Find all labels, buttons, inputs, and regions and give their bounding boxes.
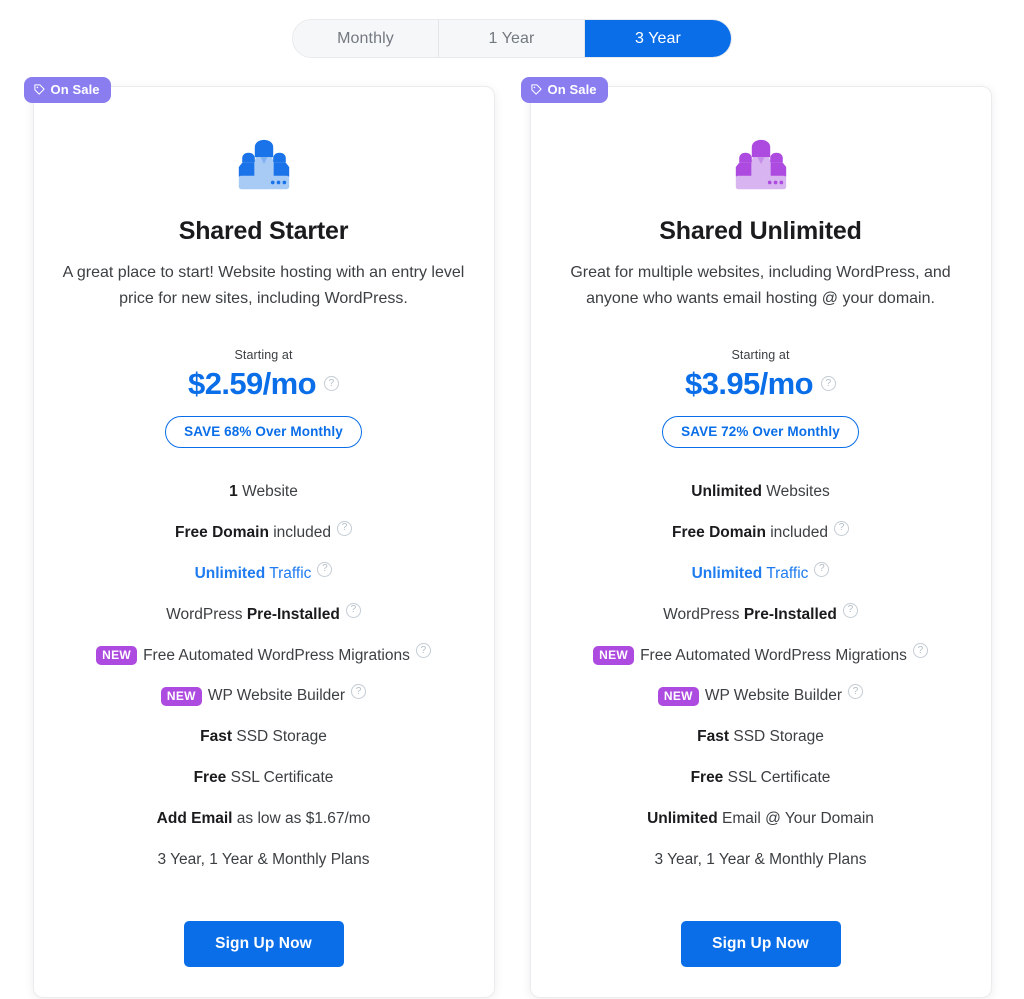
- feature-item: Fast SSD Storage: [58, 727, 470, 748]
- feature-item: Unlimited Traffic?: [555, 561, 967, 585]
- feature-item: NEW WP Website Builder?: [555, 684, 967, 707]
- sign-up-now-button[interactable]: Sign Up Now: [680, 921, 841, 968]
- price-label: Starting at: [234, 347, 293, 362]
- people-group-icon: [735, 139, 786, 190]
- feature-label: Unlimited Email @ Your Domain: [647, 810, 874, 828]
- feature-help-icon[interactable]: ?: [317, 561, 333, 577]
- plan-icon: [58, 135, 470, 197]
- feature-item: NEW Free Automated WordPress Migrations?: [58, 643, 470, 667]
- feature-label: Free Automated WordPress Migrations: [143, 646, 410, 664]
- feature-item: Unlimited Websites: [555, 482, 967, 503]
- feature-item: Free SSL Certificate: [58, 768, 470, 789]
- plan-name: Shared Starter: [178, 217, 349, 245]
- feature-item: WordPress Pre-Installed?: [555, 602, 967, 626]
- billing-term-toggle[interactable]: Monthly 1 Year 3 Year: [292, 19, 732, 58]
- feature-label: 3 Year, 1 Year & Monthly Plans: [157, 851, 370, 869]
- feature-label: 1 Website: [229, 482, 298, 500]
- feature-item: Free SSL Certificate: [555, 768, 967, 789]
- feature-label: Fast SSD Storage: [200, 728, 327, 746]
- new-badge: NEW: [657, 687, 699, 707]
- plan-description: Great for multiple websites, including W…: [570, 264, 951, 307]
- feature-label: Free Automated WordPress Migrations: [640, 646, 907, 664]
- price-block: Starting at $2.59/mo? SAVE 68% Over Monthl…: [58, 348, 470, 448]
- feature-label: Free SSL Certificate: [193, 769, 334, 787]
- feature-item: Unlimited Email @ Your Domain: [555, 809, 967, 830]
- price-row: $2.59/mo?: [58, 366, 470, 402]
- tag-icon: [530, 84, 542, 95]
- on-sale-badge: On Sale: [520, 77, 608, 103]
- plan-card: On Sale Shared Unlimited Great for multipl…: [520, 77, 992, 999]
- feature-help-icon[interactable]: ?: [415, 643, 431, 659]
- feature-help-icon[interactable]: ?: [814, 561, 830, 577]
- feature-item: Unlimited Traffic?: [58, 561, 470, 585]
- plan-description: A great place to start! Website hosting …: [62, 264, 465, 307]
- feature-list: Unlimited Websites Free Domain included? U…: [555, 482, 967, 871]
- feature-help-icon[interactable]: ?: [345, 602, 361, 618]
- plan-card: On Sale Shared Starter A great place to st…: [23, 77, 495, 999]
- people-group-icon: [238, 139, 289, 190]
- price-label: Starting at: [731, 347, 790, 362]
- feature-item: WordPress Pre-Installed?: [58, 602, 470, 626]
- feature-label: Unlimited Websites: [691, 482, 830, 500]
- feature-item: 1 Website: [58, 482, 470, 503]
- new-badge: NEW: [593, 646, 635, 666]
- on-sale-badge: On Sale: [23, 77, 111, 103]
- on-sale-label: On Sale: [50, 82, 100, 97]
- feature-label: Add Email as low as $1.67/mo: [156, 810, 371, 828]
- feature-label: WordPress Pre-Installed: [663, 605, 837, 623]
- feature-list: 1 Website Free Domain included? Unlimited …: [58, 482, 470, 871]
- feature-help-icon[interactable]: ?: [336, 520, 352, 536]
- feature-label: Free Domain included: [672, 523, 828, 541]
- feature-label: 3 Year, 1 Year & Monthly Plans: [654, 851, 867, 869]
- feature-label: WP Website Builder: [704, 687, 843, 705]
- feature-item: 3 Year, 1 Year & Monthly Plans: [555, 850, 967, 871]
- feature-item: 3 Year, 1 Year & Monthly Plans: [58, 850, 470, 871]
- plan-name: Shared Unlimited: [659, 217, 862, 245]
- price-help-icon[interactable]: ?: [323, 376, 339, 392]
- sign-up-now-button[interactable]: Sign Up Now: [183, 921, 344, 968]
- feature-label: Unlimited Traffic: [691, 564, 809, 582]
- savings-badge[interactable]: SAVE 68% Over Monthly: [165, 415, 362, 448]
- feature-label: Unlimited Traffic: [194, 564, 312, 582]
- pricing-page: Monthly 1 Year 3 Year On Sale Shared Starte…: [0, 0, 1024, 999]
- feature-label: Free Domain included: [175, 523, 331, 541]
- price-row: $3.95/mo?: [555, 366, 967, 402]
- price-amount: $2.59/mo: [188, 365, 316, 401]
- feature-label: WordPress Pre-Installed: [166, 605, 340, 623]
- cta-container: Sign Up Now: [58, 921, 470, 968]
- feature-help-icon[interactable]: ?: [842, 602, 858, 618]
- feature-item: Free Domain included?: [58, 520, 470, 544]
- feature-help-icon[interactable]: ?: [351, 684, 367, 700]
- price-help-icon[interactable]: ?: [820, 376, 836, 392]
- new-badge: NEW: [160, 687, 202, 707]
- on-sale-label: On Sale: [547, 82, 597, 97]
- tag-icon: [33, 84, 45, 95]
- plan-icon: [555, 135, 967, 197]
- savings-badge[interactable]: SAVE 72% Over Monthly: [662, 415, 859, 448]
- feature-help-icon[interactable]: ?: [912, 643, 928, 659]
- price-block: Starting at $3.95/mo? SAVE 72% Over Monthl…: [555, 348, 967, 448]
- billing-term-toggle-container: Monthly 1 Year 3 Year: [0, 0, 1024, 58]
- feature-item: Fast SSD Storage: [555, 727, 967, 748]
- billing-term-option-1-year[interactable]: 1 Year: [439, 20, 585, 57]
- feature-item: Free Domain included?: [555, 520, 967, 544]
- billing-term-option-3-year[interactable]: 3 Year: [585, 20, 731, 57]
- billing-term-option-monthly[interactable]: Monthly: [293, 20, 439, 57]
- feature-label: Fast SSD Storage: [697, 728, 824, 746]
- price-amount: $3.95/mo: [685, 365, 813, 401]
- feature-item: NEW Free Automated WordPress Migrations?: [555, 643, 967, 667]
- feature-help-icon[interactable]: ?: [833, 520, 849, 536]
- cta-container: Sign Up Now: [555, 921, 967, 968]
- feature-label: WP Website Builder: [207, 687, 346, 705]
- plan-card-list: On Sale Shared Starter A great place to st…: [0, 58, 1024, 999]
- feature-label: Free SSL Certificate: [690, 769, 831, 787]
- feature-help-icon[interactable]: ?: [848, 684, 864, 700]
- new-badge: NEW: [96, 646, 138, 666]
- feature-item: NEW WP Website Builder?: [58, 684, 470, 707]
- feature-item: Add Email as low as $1.67/mo: [58, 809, 470, 830]
